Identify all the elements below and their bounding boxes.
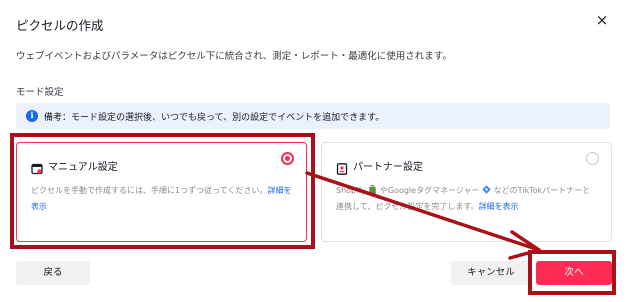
dialog-description: ウェブイベントおよびパラメータはピクセル下に統合され、測定・レポート・最適化に使…: [16, 51, 452, 62]
info-note-text: 備考：モード設定の選択後、いつでも戻って、別の設定でイベントを追加できます。: [44, 113, 385, 123]
manual-setup-title: マニュアル設定: [48, 162, 118, 173]
manual-setup-description: ピクセルを手動で作成するには、手順に1つずつ従ってください。詳細を表示: [31, 186, 292, 211]
info-icon: i: [26, 110, 38, 122]
partner-setup-card[interactable]: パートナー設定 Shopify やGoogleタグマネージャー などのTikTo…: [321, 142, 612, 242]
partner-setup-icon: [336, 160, 348, 175]
back-button[interactable]: 戻る: [16, 261, 90, 285]
manual-setup-icon: [31, 160, 43, 174]
cancel-button[interactable]: キャンセル: [451, 261, 531, 285]
next-button[interactable]: 次へ: [536, 261, 612, 285]
partner-setup-title: パートナー設定: [353, 162, 423, 173]
dialog-title: ピクセルの作成: [16, 18, 104, 33]
info-note: i 備考：モード設定の選択後、いつでも戻って、別の設定でイベントを追加できます。: [16, 103, 610, 129]
partner-setup-description: Shopify やGoogleタグマネージャー などのTikTokパートナーと連…: [336, 184, 591, 211]
shopify-icon: [369, 184, 377, 194]
mode-settings-label: モード設定: [16, 87, 64, 98]
close-icon[interactable]: ×: [594, 12, 610, 28]
partner-details-link[interactable]: 詳細を表示: [479, 202, 519, 211]
create-pixel-dialog: ピクセルの作成 × ウェブイベントおよびパラメータはピクセル下に統合され、測定・…: [0, 0, 629, 302]
google-tag-manager-icon: [482, 185, 491, 194]
partner-setup-radio[interactable]: [586, 152, 599, 165]
manual-setup-card[interactable]: マニュアル設定 ピクセルを手動で作成するには、手順に1つずつ従ってください。詳細…: [16, 142, 307, 242]
manual-setup-radio[interactable]: [281, 152, 294, 165]
